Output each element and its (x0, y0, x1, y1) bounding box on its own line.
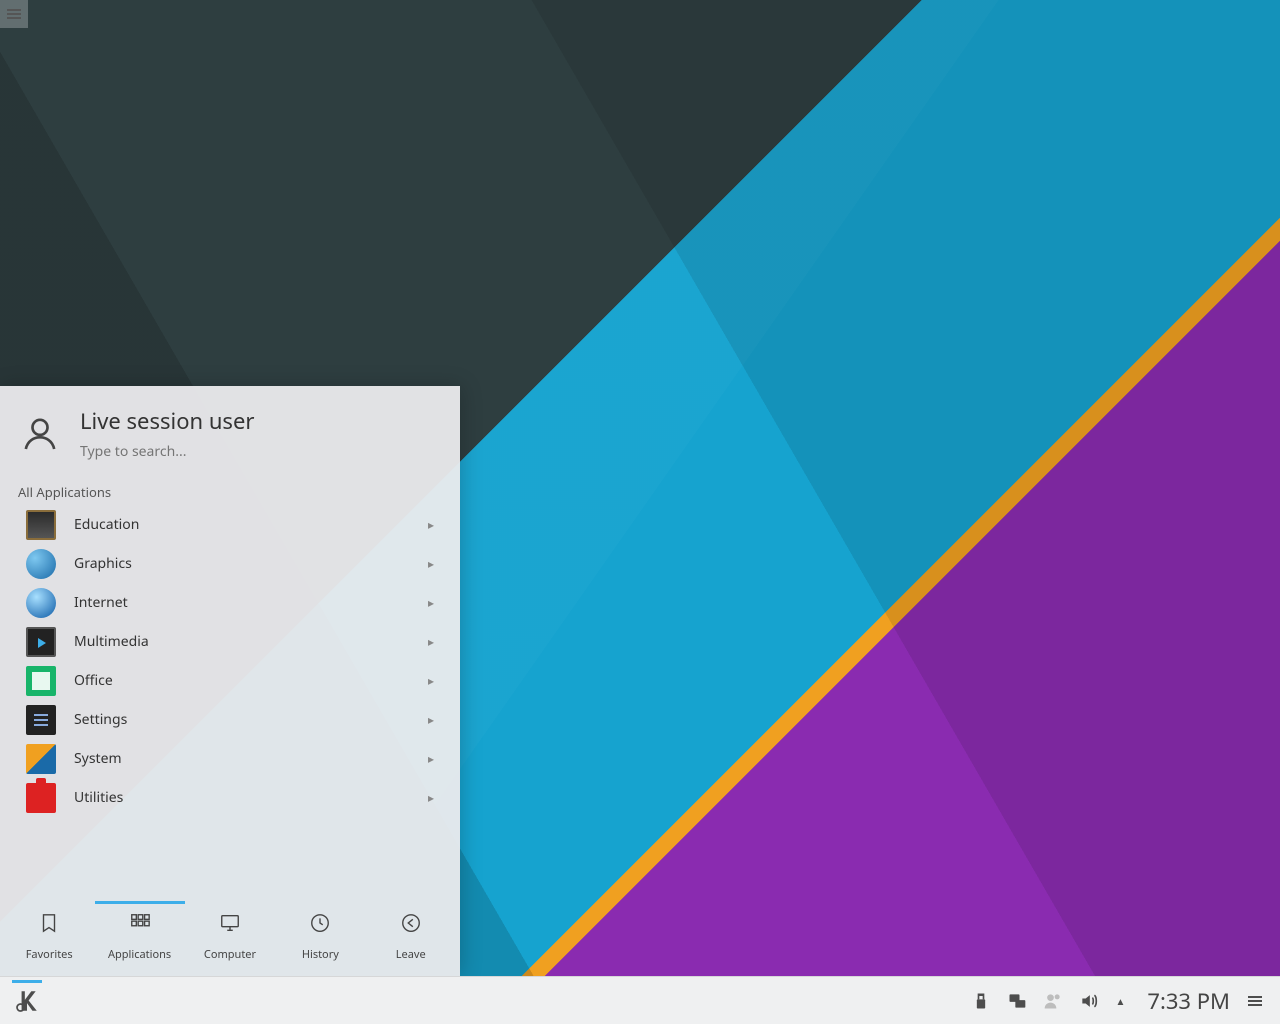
category-label: Office (74, 671, 410, 690)
system-tray: ▲ 7:33 PM (961, 986, 1274, 1016)
education-icon (26, 510, 56, 540)
category-education[interactable]: Education ▸ (26, 505, 434, 544)
category-list: Education ▸ Graphics ▸ Internet ▸ Multim… (0, 505, 460, 883)
chevron-right-icon: ▸ (428, 789, 434, 806)
user-status-icon[interactable] (1039, 987, 1067, 1015)
category-utilities[interactable]: Utilities ▸ (26, 778, 434, 817)
category-system[interactable]: System ▸ (26, 739, 434, 778)
category-label: Settings (74, 710, 410, 729)
taskbar: ▲ 7:33 PM (0, 976, 1280, 1024)
tab-favorites[interactable]: Favorites (4, 901, 94, 962)
category-internet[interactable]: Internet ▸ (26, 583, 434, 622)
tab-label: Computer (204, 947, 256, 962)
chevron-right-icon: ▸ (428, 750, 434, 767)
category-label: Internet (74, 593, 410, 612)
leave-icon (400, 912, 422, 939)
section-label: All Applications (0, 475, 460, 505)
clock-icon (309, 912, 331, 939)
multimedia-icon (26, 627, 56, 657)
category-office[interactable]: Office ▸ (26, 661, 434, 700)
panel-menu-button[interactable] (1248, 996, 1268, 1006)
start-button[interactable] (6, 980, 48, 1022)
tab-label: Leave (396, 947, 426, 962)
tab-label: Applications (108, 947, 171, 962)
tab-history[interactable]: History (275, 901, 365, 962)
chevron-right-icon: ▸ (428, 555, 434, 572)
desktop-menu-button[interactable] (0, 0, 28, 28)
graphics-icon (26, 549, 56, 579)
settings-icon (26, 705, 56, 735)
chevron-right-icon: ▸ (428, 516, 434, 533)
category-label: Graphics (74, 554, 410, 573)
tab-label: Favorites (26, 947, 73, 962)
tab-label: History (302, 947, 339, 962)
kde-logo-icon (14, 988, 40, 1014)
category-label: System (74, 749, 410, 768)
application-launcher: Live session user All Applications Educa… (0, 386, 460, 976)
grid-icon (129, 912, 151, 939)
system-icon (26, 744, 56, 774)
usb-icon[interactable] (967, 987, 995, 1015)
chevron-right-icon: ▸ (428, 594, 434, 611)
category-settings[interactable]: Settings ▸ (26, 700, 434, 739)
bookmark-icon (38, 912, 60, 939)
internet-icon (26, 588, 56, 618)
category-label: Utilities (74, 788, 410, 807)
office-icon (26, 666, 56, 696)
user-avatar-icon (20, 414, 60, 459)
category-label: Multimedia (74, 632, 410, 651)
hamburger-icon (1248, 996, 1262, 1006)
user-name-label: Live session user (80, 406, 440, 436)
utilities-icon (26, 783, 56, 813)
search-input[interactable] (80, 436, 440, 467)
chevron-right-icon: ▸ (428, 711, 434, 728)
volume-icon[interactable] (1075, 987, 1103, 1015)
chevron-right-icon: ▸ (428, 633, 434, 650)
chevron-right-icon: ▸ (428, 672, 434, 689)
monitor-icon (219, 912, 241, 939)
launcher-tabs: Favorites Applications Computer History … (0, 883, 460, 976)
tab-applications[interactable]: Applications (95, 901, 185, 962)
clock[interactable]: 7:33 PM (1137, 986, 1240, 1016)
tab-leave[interactable]: Leave (366, 901, 456, 962)
network-icon[interactable] (1003, 987, 1031, 1015)
tab-computer[interactable]: Computer (185, 901, 275, 962)
category-graphics[interactable]: Graphics ▸ (26, 544, 434, 583)
hamburger-icon (7, 9, 21, 19)
category-label: Education (74, 515, 410, 534)
category-multimedia[interactable]: Multimedia ▸ (26, 622, 434, 661)
tray-expand-arrow-icon[interactable]: ▲ (1111, 994, 1129, 1008)
